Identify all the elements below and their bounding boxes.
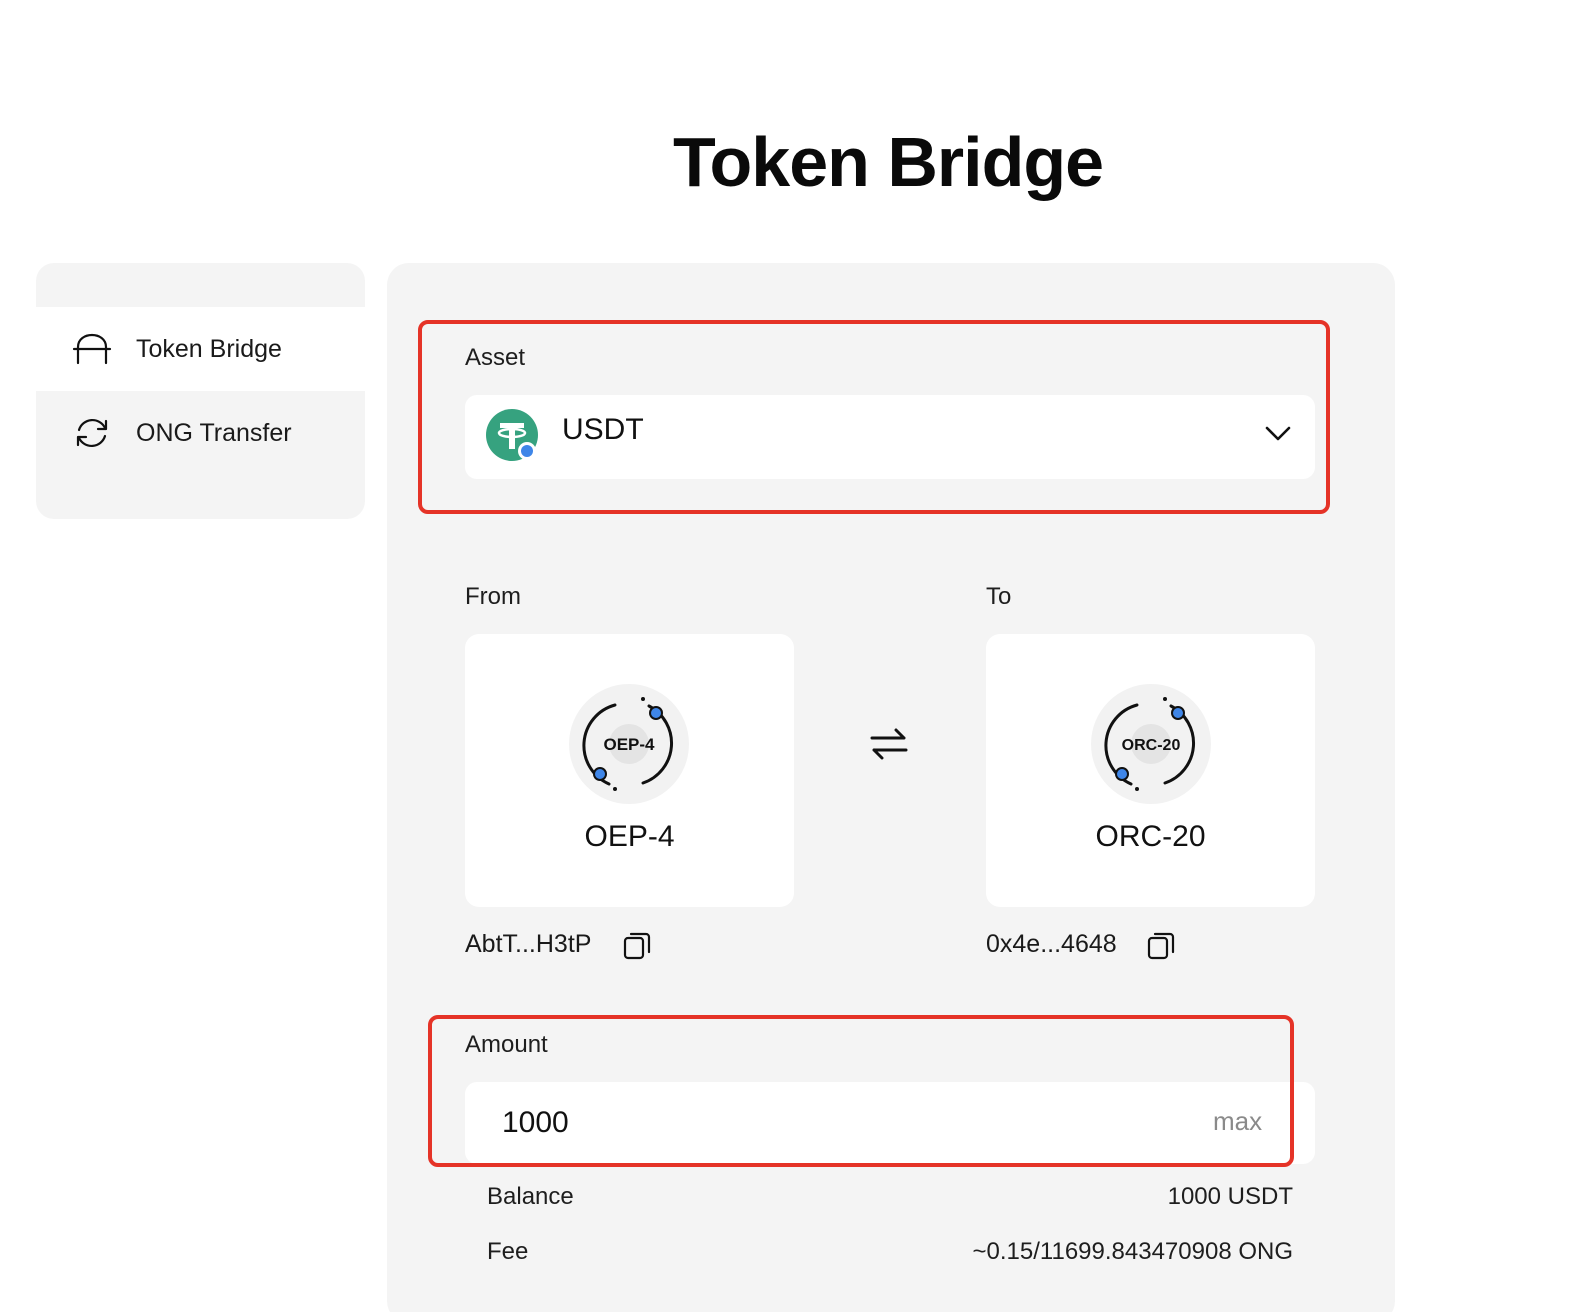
chevron-down-icon[interactable] (1264, 422, 1292, 446)
oep4-network-icon: OEP-4 (569, 684, 689, 804)
copy-icon[interactable] (622, 931, 652, 961)
from-label: From (465, 583, 521, 610)
amount-label: Amount (465, 1031, 548, 1058)
balance-label: Balance (487, 1183, 574, 1210)
to-address: 0x4e...4648 (986, 930, 1117, 958)
amount-input[interactable] (465, 1082, 1315, 1164)
oep4-logo-text: OEP-4 (603, 735, 655, 754)
orc20-logo-text: ORC-20 (1122, 737, 1181, 754)
max-button[interactable]: max (1213, 1106, 1262, 1137)
sidebar-item-ong-transfer[interactable]: ONG Transfer (36, 391, 365, 475)
copy-icon[interactable] (1146, 931, 1176, 961)
bridge-icon (72, 333, 112, 365)
to-label: To (986, 583, 1012, 610)
from-network-name: OEP-4 (584, 820, 675, 853)
fee-label: Fee (487, 1238, 529, 1265)
page: Token Bridge Token Bridge ONG Transfer A… (0, 0, 1574, 1312)
orc20-network-icon: ORC-20 (1091, 684, 1211, 804)
balance-value: 1000 USDT (1167, 1183, 1293, 1210)
asset-selected-value: USDT (562, 413, 644, 446)
page-title: Token Bridge (672, 123, 1104, 201)
sidebar-item-token-bridge[interactable]: Token Bridge (36, 307, 365, 391)
fee-value: ~0.15/11699.843470908 ONG (972, 1238, 1293, 1265)
amount-value[interactable]: 1000 (502, 1106, 569, 1140)
sidebar-item-label: Token Bridge (136, 334, 282, 363)
to-network-name: ORC-20 (1095, 820, 1206, 853)
refresh-icon (76, 418, 108, 448)
swap-arrows-icon[interactable] (868, 726, 910, 762)
sidebar-item-label: ONG Transfer (136, 418, 292, 447)
usdt-logo-icon (486, 409, 538, 461)
from-address: AbtT...H3tP (465, 930, 592, 958)
asset-label: Asset (465, 344, 526, 371)
